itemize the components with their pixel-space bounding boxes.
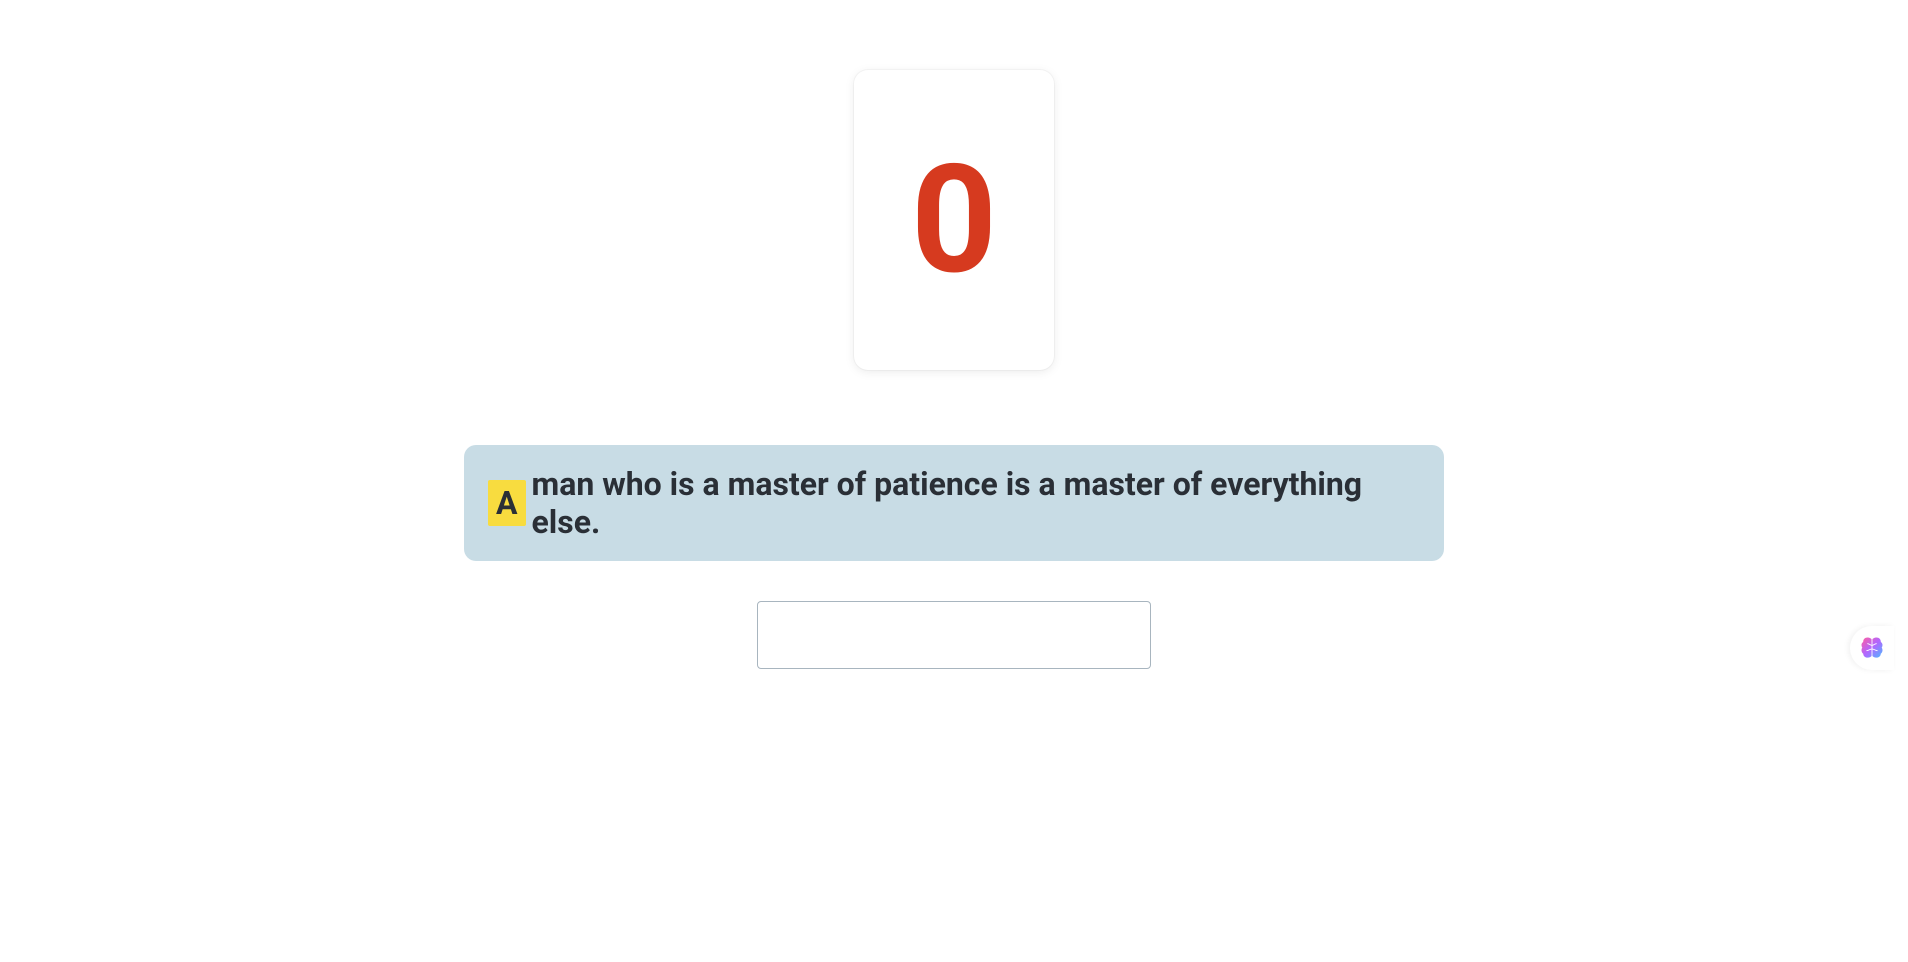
typing-input[interactable]: [757, 601, 1151, 669]
quote-current-char: A: [488, 480, 526, 526]
assistant-badge[interactable]: [1850, 626, 1894, 670]
counter-card: 0: [854, 70, 1054, 370]
brain-icon: [1858, 634, 1886, 662]
quote-rest-text: man who is a master of patience is a mas…: [532, 465, 1421, 541]
main-container: 0 A man who is a master of patience is a…: [0, 0, 1908, 669]
counter-value: 0: [911, 145, 997, 295]
quote-box: A man who is a master of patience is a m…: [464, 445, 1444, 561]
